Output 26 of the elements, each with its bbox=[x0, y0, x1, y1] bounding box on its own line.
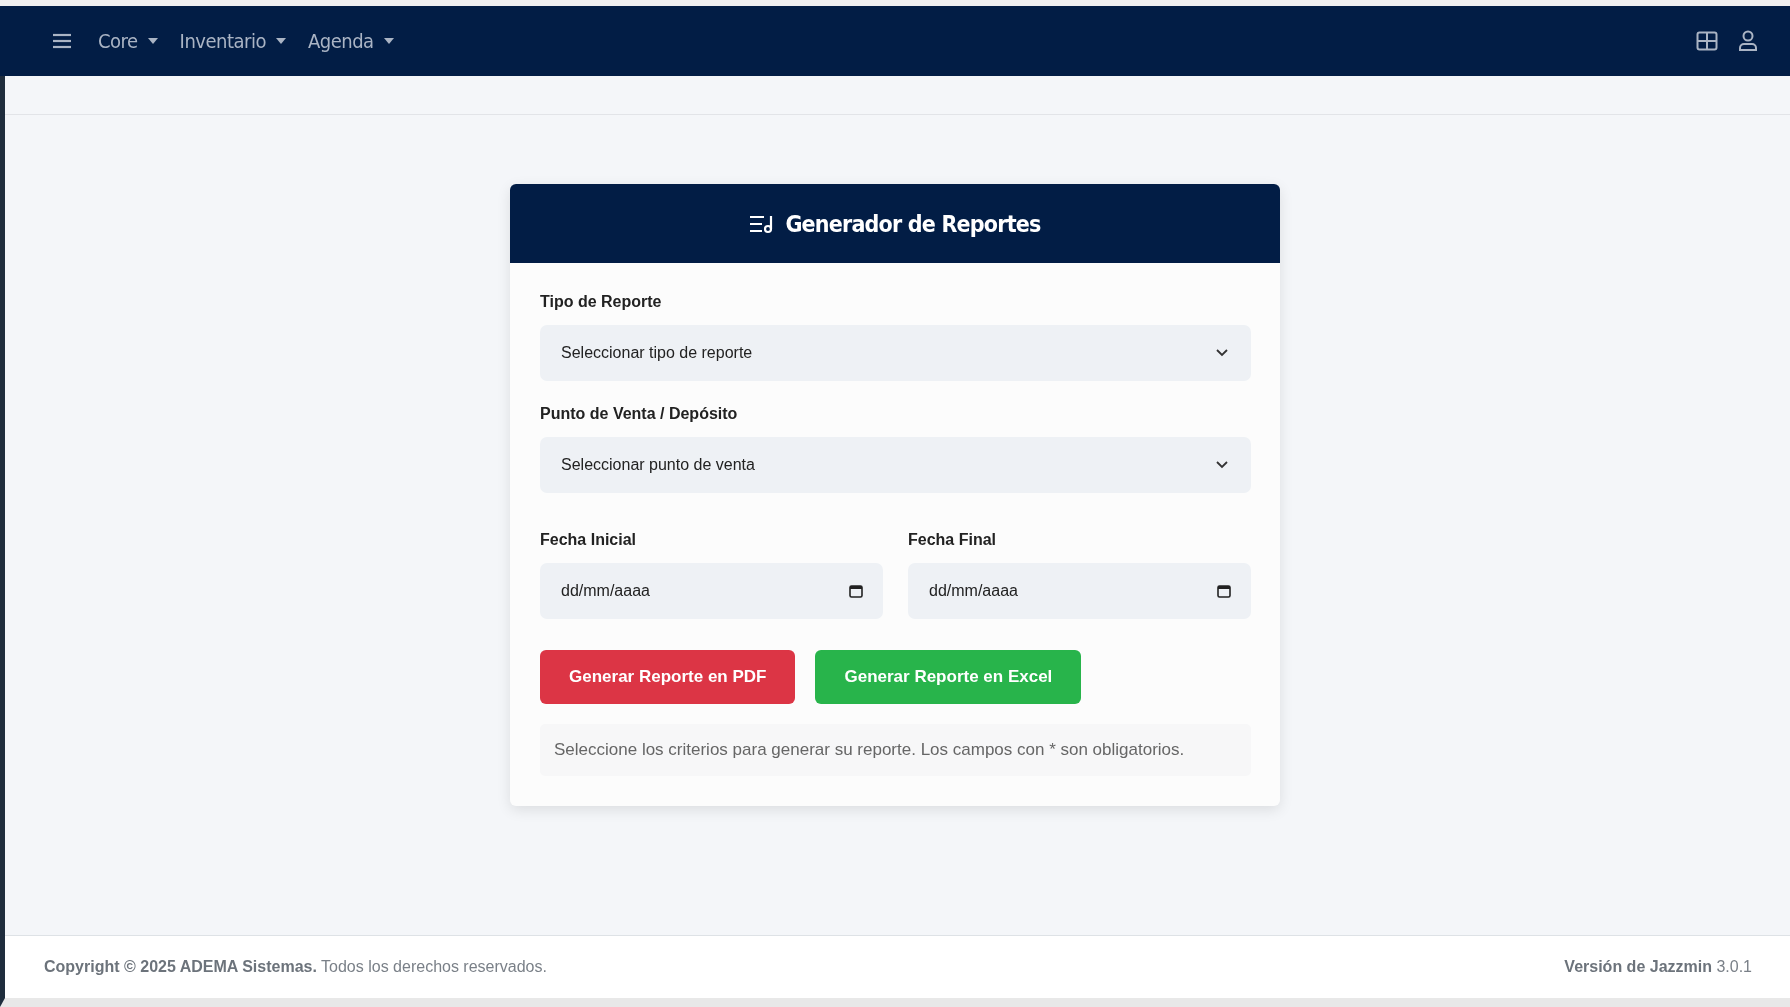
generate-report-button[interactable]: Generar Reporte en PDF bbox=[540, 650, 796, 704]
copyright-text: Copyright © 2025 ADEMA Sistemas. Todos los derechos reservados. bbox=[44, 958, 547, 976]
user-icon[interactable] bbox=[1738, 30, 1758, 52]
card-title: Generador de Reportes bbox=[785, 210, 1041, 237]
caret-icon bbox=[383, 38, 394, 44]
field-label: Punto de Venta / Depósito bbox=[540, 405, 739, 423]
select-field[interactable]: Seleccionar punto de venta bbox=[540, 437, 1251, 493]
menu-icon[interactable] bbox=[52, 33, 72, 49]
select-field[interactable]: Seleccionar tipo de reporte bbox=[540, 325, 1251, 381]
caret-icon bbox=[275, 38, 286, 44]
field-label: Fecha Inicial bbox=[540, 531, 638, 549]
field-label: Fecha Final bbox=[908, 531, 998, 549]
date-field[interactable]: dd/mm/aaaa bbox=[540, 563, 883, 619]
chevron-icon bbox=[1216, 461, 1228, 469]
calendar-icon[interactable] bbox=[1217, 584, 1231, 598]
nav-menu-item[interactable]: Agenda bbox=[307, 29, 394, 53]
nav-menu-item[interactable]: Inventario bbox=[179, 29, 286, 53]
date-field[interactable]: dd/mm/aaaa bbox=[908, 563, 1251, 619]
grid-icon[interactable] bbox=[1696, 31, 1718, 51]
calendar-icon[interactable] bbox=[849, 584, 863, 598]
chevron-icon bbox=[1216, 349, 1228, 357]
nav-menu-item[interactable]: Core bbox=[98, 29, 158, 53]
version-text: Versión de Jazzmin 3.0.1 bbox=[1564, 958, 1752, 976]
field-label: Tipo de Reporte bbox=[540, 293, 663, 311]
caret-icon bbox=[147, 38, 158, 44]
help-text: Seleccione los criterios para generar su reporte. Los campos con * son obligatorios. bbox=[540, 724, 1251, 776]
